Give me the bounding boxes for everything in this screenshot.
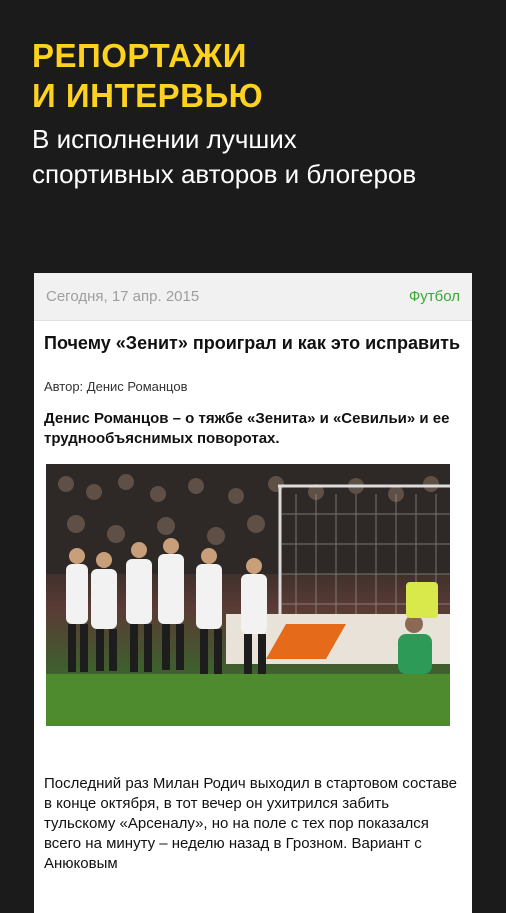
article-author: Автор: Денис Романцов — [44, 379, 188, 394]
article-date: Сегодня, 17 апр. 2015 — [46, 288, 200, 305]
article-card-header: Сегодня, 17 апр. 2015 Футбол — [34, 273, 472, 321]
article-card[interactable]: Сегодня, 17 апр. 2015 Футбол Почему «Зен… — [34, 273, 472, 913]
promo-title-line-1: РЕПОРТАЖИ — [32, 37, 247, 74]
promo-header: РЕПОРТАЖИ И ИНТЕРВЬЮ В исполнении лучших… — [32, 36, 492, 192]
promo-title-line-2: И ИНТЕРВЬЮ — [32, 77, 264, 114]
article-lead: Денис Романцов – о тяжбе «Зенита» и «Сев… — [44, 410, 450, 447]
article-category[interactable]: Футбол — [409, 288, 460, 305]
article-photo — [46, 464, 450, 726]
article-title[interactable]: Почему «Зенит» проиграл и как это исправ… — [44, 331, 462, 355]
promo-title: РЕПОРТАЖИ И ИНТЕРВЬЮ — [32, 36, 492, 116]
promo-subtitle-line-1: В исполнении лучших — [32, 124, 297, 154]
promo-subtitle-line-2: спортивных авторов и блогеров — [32, 159, 417, 189]
article-body: Последний раз Милан Родич выходил в стар… — [44, 775, 458, 872]
promo-subtitle: В исполнении лучших спортивных авторов и… — [32, 122, 492, 192]
article-content: Почему «Зенит» проиграл и как это исправ… — [34, 331, 472, 874]
